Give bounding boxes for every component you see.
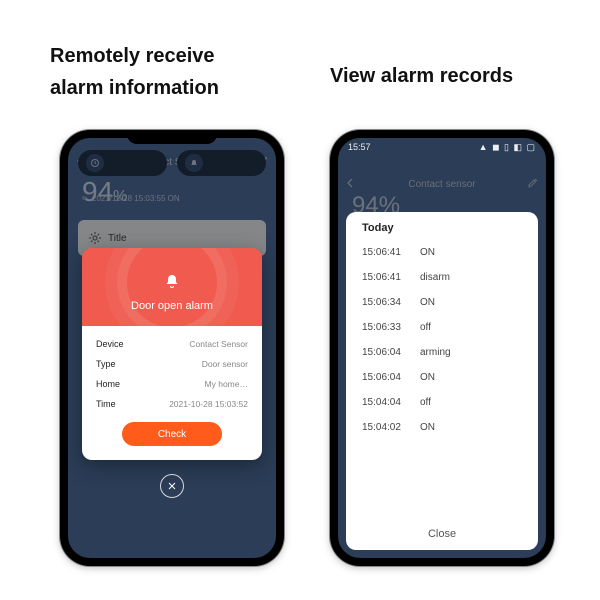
record-row: 15:04:02ON [362,415,522,440]
record-time: 15:06:41 [362,272,420,283]
sheet-title: Today [362,222,522,234]
record-time: 15:04:04 [362,397,420,408]
records-icon [86,154,104,172]
modal-body: Device Contact Sensor Type Door sensor Home M… [82,326,262,460]
status-bar: 15:57 ▲ ◼ ▯ ◧ ▢ [338,138,546,160]
tab-records[interactable] [78,150,167,176]
background-app-dimmed-right: Contact sensor 94% [338,160,546,220]
record-time: 15:06:33 [362,322,420,333]
tab-row [78,150,266,176]
statusbar-time: 15:57 [348,142,371,160]
modal-row: Time 2021-10-28 15:03:52 [96,394,248,414]
record-state: ON [420,372,435,383]
modal-row-value: Door sensor [202,359,248,369]
modal-header: Door open alarm [82,248,262,326]
record-state: off [420,397,431,408]
modal-title: Door open alarm [131,300,213,312]
modal-row: Device Contact Sensor [96,334,248,354]
record-time: 15:06:34 [362,297,420,308]
record-row: 15:06:41disarm [362,265,522,290]
record-row: 15:06:34ON [362,290,522,315]
caption-left-line1: Remotely receive [50,45,215,67]
record-time: 15:04:02 [362,422,420,433]
close-modal-button[interactable] [160,474,184,498]
bottom-card-label: Title [108,233,127,244]
alerts-icon [185,154,203,172]
record-bullet [82,196,86,200]
record-row: 15:06:04arming [362,340,522,365]
record-state: ON [420,247,435,258]
record-row: 15:06:41ON [362,240,522,265]
screen-left: Contact Sensor 94% [68,138,276,558]
app-title-right: Contact sensor [408,179,475,190]
caption-left-line2: alarm information [50,77,219,99]
latest-record-text: 2021/10/28 15:03:55 ON [92,194,180,203]
modal-row-value: 2021-10-28 15:03:52 [169,399,248,409]
record-state: disarm [420,272,450,283]
latest-record-line: 2021/10/28 15:03:55 ON [82,188,262,208]
record-state: ON [420,297,435,308]
record-row: 15:06:04ON [362,365,522,390]
record-time: 15:06:04 [362,372,420,383]
edit-icon[interactable] [528,178,538,188]
phone-mockup-left: Contact Sensor 94% [60,130,284,566]
record-state: arming [420,347,451,358]
statusbar-icons: ▲ ◼ ▯ ◧ ▢ [479,142,536,160]
modal-row-key: Time [96,399,116,409]
record-state: ON [420,422,435,433]
check-button[interactable]: Check [122,422,222,446]
records-sheet: Today 15:06:41ON15:06:41disarm15:06:34ON… [346,212,538,550]
caption-right: View alarm records [330,60,550,92]
modal-row-key: Home [96,379,120,389]
gear-icon [88,231,102,245]
record-time: 15:06:41 [362,247,420,258]
bell-icon [82,272,262,290]
record-row: 15:06:33off [362,315,522,340]
phone-mockup-right: 15:57 ▲ ◼ ▯ ◧ ▢ Contact sensor 94% Today… [330,130,554,566]
screen-right: 15:57 ▲ ◼ ▯ ◧ ▢ Contact sensor 94% Today… [338,138,546,558]
app-bar-right: Contact sensor [338,160,546,190]
record-time: 15:06:04 [362,347,420,358]
tab-alerts[interactable] [177,150,266,176]
modal-row-key: Device [96,339,124,349]
modal-row-value: My home… [205,379,248,389]
phone-notch [127,130,217,144]
modal-row-value: Contact Sensor [189,339,248,349]
modal-row: Type Door sensor [96,354,248,374]
modal-row: Home My home… [96,374,248,394]
record-state: off [420,322,431,333]
caption-left: Remotely receive alarm information [50,40,270,104]
records-list[interactable]: 15:06:41ON15:06:41disarm15:06:34ON15:06:… [362,240,522,440]
back-icon[interactable] [346,178,356,188]
alarm-modal: Door open alarm Device Contact Sensor Type… [82,248,262,460]
modal-row-key: Type [96,359,116,369]
record-row: 15:04:04off [362,390,522,415]
close-button[interactable]: Close [346,528,538,540]
